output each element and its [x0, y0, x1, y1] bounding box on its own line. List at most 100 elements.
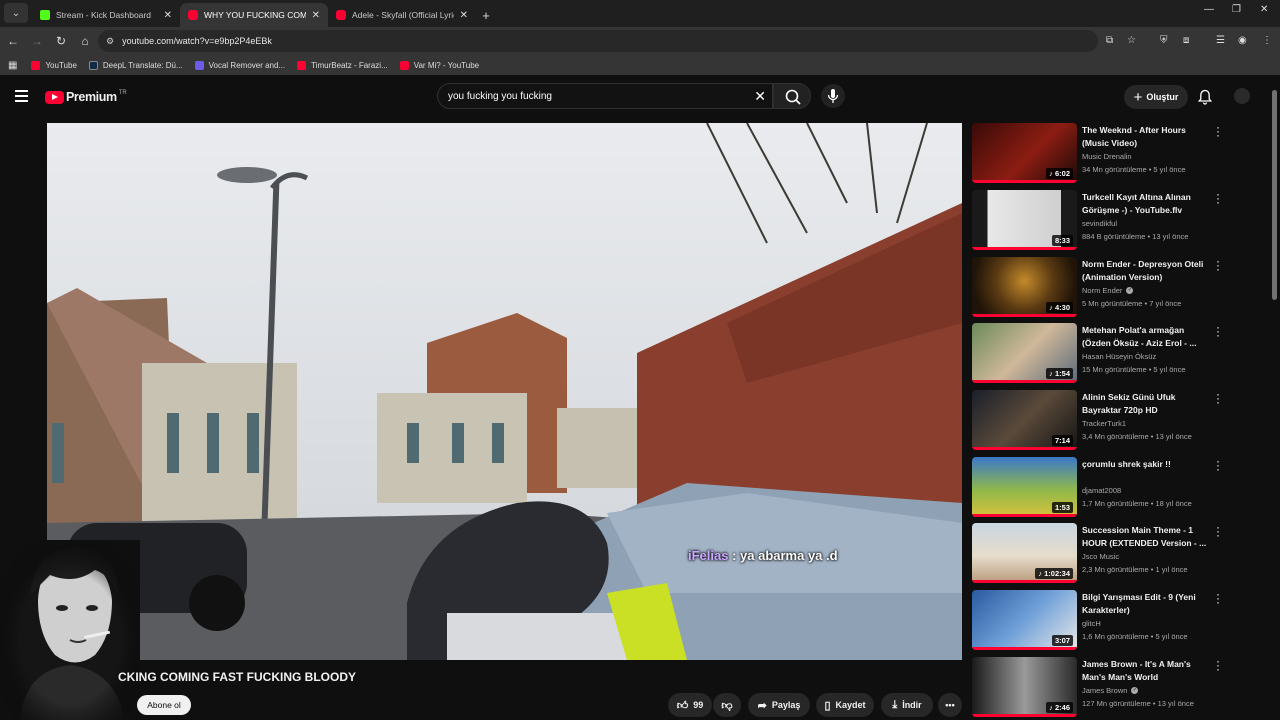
- page-scrollbar[interactable]: [1272, 90, 1277, 300]
- download-button[interactable]: ⤓ İndir: [881, 693, 933, 717]
- account-avatar[interactable]: [1234, 88, 1250, 104]
- youtube-icon: [336, 10, 346, 20]
- bookmark-timurbeatz[interactable]: TimurBeatz - Farazi...: [297, 60, 388, 70]
- more-options-icon[interactable]: · · ·: [1214, 188, 1222, 208]
- channel-name[interactable]: Hasan Hüseyin Öksüz: [1082, 352, 1156, 361]
- search-button[interactable]: [773, 83, 811, 109]
- channel-name[interactable]: djamat2008: [1082, 486, 1121, 495]
- recommendation-title[interactable]: James Brown - It's A Man's Man's Man's W…: [1082, 658, 1210, 684]
- recommendation-title[interactable]: Norm Ender - Depresyon Oteli (Animation …: [1082, 258, 1210, 284]
- recommendation-item[interactable]: ♪ 2:46 James Brown - It's A Man's Man's …: [971, 655, 1231, 717]
- channel-name[interactable]: TrackerTurk1: [1082, 419, 1126, 428]
- search-input[interactable]: you fucking you fucking ✕: [437, 83, 773, 109]
- video-thumbnail[interactable]: 3:07: [972, 590, 1077, 650]
- recommendation-item[interactable]: 3:07 Bilgi Yarışması Edit - 9 (Yeni Kara…: [971, 588, 1231, 650]
- home-icon[interactable]: ⌂: [74, 34, 96, 48]
- video-thumbnail[interactable]: ♪ 4:30: [972, 257, 1077, 317]
- tab-search-button[interactable]: ⌄: [4, 3, 28, 23]
- notifications-bell-icon[interactable]: [1198, 89, 1212, 105]
- recommendation-title[interactable]: Turkcell Kayıt Altına Alınan Görüşme -) …: [1082, 191, 1210, 217]
- recommendation-title[interactable]: çorumlu shrek şakir !!: [1082, 458, 1210, 471]
- site-info-icon[interactable]: ⚙: [106, 36, 114, 47]
- more-options-icon[interactable]: · · ·: [1214, 255, 1222, 275]
- recommendation-item[interactable]: 8:33 Turkcell Kayıt Altına Alınan Görüşm…: [971, 188, 1231, 250]
- more-options-icon[interactable]: · · ·: [1214, 588, 1222, 608]
- more-options-icon[interactable]: · · ·: [1214, 455, 1222, 475]
- subscribe-button[interactable]: Abone ol: [137, 695, 191, 715]
- recommendation-item[interactable]: ♪ 4:30 Norm Ender - Depresyon Oteli (Ani…: [971, 255, 1231, 317]
- bookmark-vocal-remover[interactable]: Vocal Remover and...: [194, 60, 285, 70]
- video-thumbnail[interactable]: 7:14: [972, 390, 1077, 450]
- video-thumbnail[interactable]: ♪ 1:54: [972, 323, 1077, 383]
- voice-search-button[interactable]: [821, 84, 845, 108]
- clear-search-icon[interactable]: ✕: [754, 88, 766, 105]
- media-icon[interactable]: ☰: [1216, 35, 1225, 46]
- more-options-icon[interactable]: · · ·: [1214, 521, 1222, 541]
- more-options-icon[interactable]: · · ·: [1214, 321, 1222, 341]
- save-button[interactable]: ▯ Kaydet: [816, 693, 874, 717]
- cast-icon[interactable]: ⧉: [1106, 35, 1113, 46]
- hamburger-menu-icon[interactable]: [15, 90, 28, 105]
- minimize-icon[interactable]: —: [1204, 4, 1214, 15]
- channel-name[interactable]: Jsco Music: [1082, 552, 1119, 561]
- shield-icon[interactable]: ⛨: [1160, 35, 1168, 46]
- recommendation-title[interactable]: Succession Main Theme - 1 HOUR (EXTENDED…: [1082, 524, 1210, 550]
- close-icon[interactable]: ✕: [460, 10, 468, 21]
- tab-current-video[interactable]: WHY YOU FUCKING COMING F ✕: [180, 3, 328, 27]
- share-button[interactable]: ➦ Paylaş: [748, 693, 810, 717]
- tab-title: WHY YOU FUCKING COMING F: [204, 10, 306, 20]
- close-icon[interactable]: ✕: [164, 10, 172, 21]
- apps-icon[interactable]: ▦: [8, 60, 17, 71]
- back-icon[interactable]: ←: [2, 34, 24, 48]
- more-options-icon[interactable]: · · ·: [1214, 121, 1222, 141]
- bookmark-label: TimurBeatz - Farazi...: [311, 60, 388, 70]
- more-options-icon[interactable]: · · ·: [1214, 388, 1222, 408]
- profile-icon[interactable]: ◉: [1238, 35, 1247, 46]
- bookmark-youtube[interactable]: YouTube: [31, 60, 77, 70]
- channel-name[interactable]: Music Drenalin: [1082, 152, 1132, 161]
- video-thumbnail[interactable]: 1:53: [972, 457, 1077, 517]
- recommendation-title[interactable]: The Weeknd - After Hours (Music Video): [1082, 124, 1210, 150]
- channel-name[interactable]: Norm Ender ✓: [1082, 286, 1134, 295]
- reload-icon[interactable]: ↻: [50, 34, 72, 48]
- more-options-icon[interactable]: · · ·: [1214, 655, 1222, 675]
- create-button[interactable]: + Oluştur: [1124, 85, 1188, 109]
- duration-badge: 1:53: [1051, 502, 1073, 513]
- channel-name[interactable]: sevindikful: [1082, 219, 1117, 228]
- channel-name[interactable]: glitcH: [1082, 619, 1101, 628]
- close-icon[interactable]: ✕: [312, 10, 320, 21]
- bookmark-var-mi[interactable]: Var Mi? - YouTube: [399, 60, 479, 70]
- watch-progress-bar: [972, 514, 1077, 517]
- new-tab-button[interactable]: +: [476, 3, 496, 27]
- stream-chat-overlay: iFelias : ya abarma ya .d: [688, 548, 838, 563]
- youtube-logo[interactable]: Premium TR: [45, 90, 127, 104]
- verified-badge-icon: ✓: [1126, 287, 1134, 294]
- recommendation-item[interactable]: ♪ 1:54 Metehan Polat'a armağan (Özden Ök…: [971, 321, 1231, 383]
- maximize-icon[interactable]: ❐: [1232, 4, 1241, 15]
- like-button[interactable]: 👍︎ 99: [668, 693, 712, 717]
- video-thumbnail[interactable]: ♪ 1:02:34: [972, 523, 1077, 583]
- recommendation-item[interactable]: ♪ 6:02 The Weeknd - After Hours (Music V…: [971, 121, 1231, 183]
- bookmark-deepl[interactable]: DeepL Translate: Dü...: [88, 60, 183, 70]
- menu-icon[interactable]: ⋮: [1262, 35, 1272, 46]
- more-actions-button[interactable]: •••: [938, 693, 962, 717]
- video-thumbnail[interactable]: ♪ 6:02: [972, 123, 1077, 183]
- recommendation-title[interactable]: Alinin Sekiz Günü Ufuk Bayraktar 720p HD: [1082, 391, 1210, 417]
- recommendation-item[interactable]: ♪ 1:02:34 Succession Main Theme - 1 HOUR…: [971, 521, 1231, 583]
- close-window-icon[interactable]: ✕: [1260, 4, 1268, 15]
- channel-name[interactable]: James Brown ✓: [1082, 686, 1139, 695]
- dislike-button[interactable]: 👎︎: [713, 693, 741, 717]
- recommendation-title[interactable]: Metehan Polat'a armağan (Özden Öksüz - A…: [1082, 324, 1210, 350]
- video-thumbnail[interactable]: ♪ 2:46: [972, 657, 1077, 717]
- bookmark-star-icon[interactable]: ☆: [1127, 35, 1136, 46]
- extensions-icon[interactable]: ⧈: [1183, 35, 1189, 46]
- video-thumbnail[interactable]: 8:33: [972, 190, 1077, 250]
- tab-adele-skyfall[interactable]: Adele - Skyfall (Official Lyric Vid ✕: [328, 3, 476, 27]
- video-player[interactable]: [47, 123, 962, 660]
- url-field[interactable]: ⚙ youtube.com/watch?v=e9bp2P4eEBk ⧉ ☆: [98, 30, 1136, 52]
- recommendation-title[interactable]: Bilgi Yarışması Edit - 9 (Yeni Karakterl…: [1082, 591, 1210, 617]
- recommendation-item[interactable]: 1:53 çorumlu shrek şakir !! djamat2008 1…: [971, 455, 1231, 517]
- tab-kick-dashboard[interactable]: Stream - Kick Dashboard ✕: [32, 3, 180, 27]
- forward-icon[interactable]: →: [26, 34, 48, 48]
- recommendation-item[interactable]: 7:14 Alinin Sekiz Günü Ufuk Bayraktar 72…: [971, 388, 1231, 450]
